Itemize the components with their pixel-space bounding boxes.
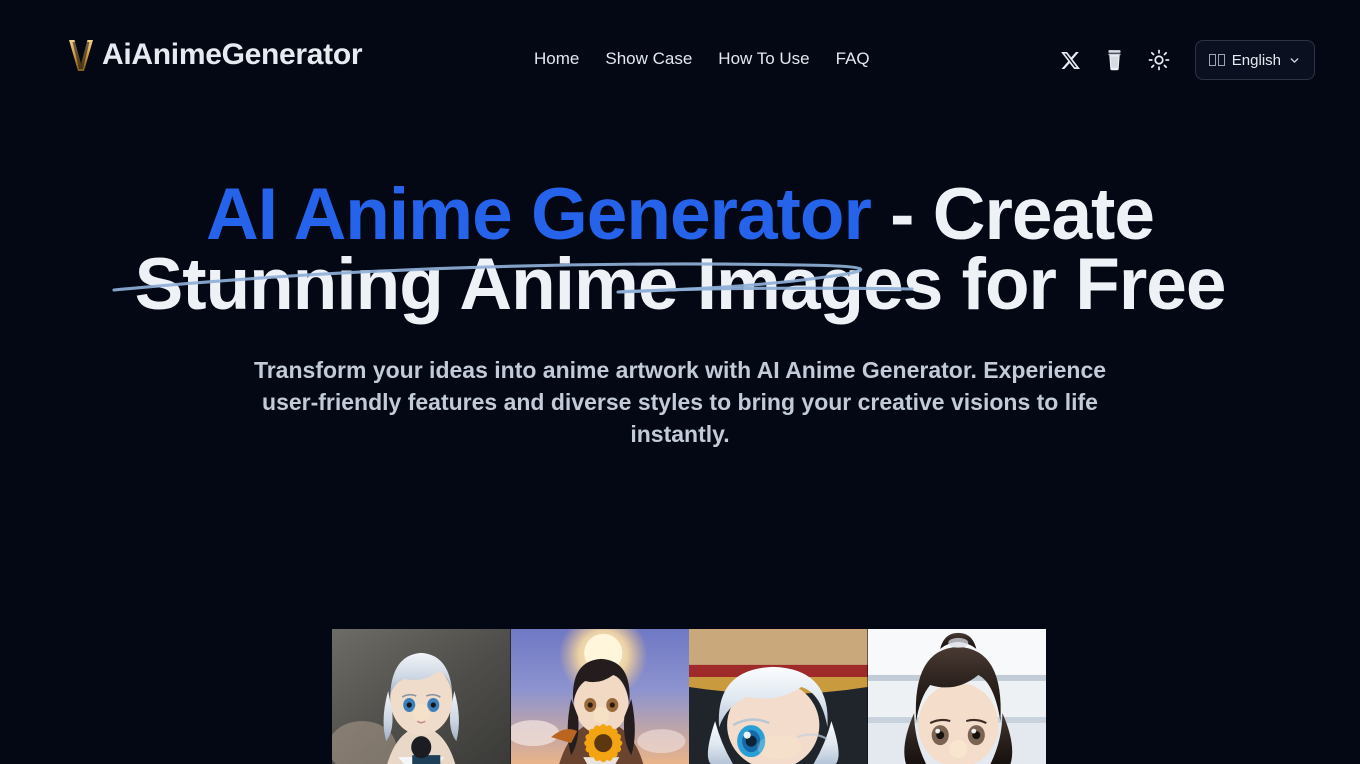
hero-section: AI Anime Generator - Create Stunning Ani… (0, 118, 1360, 450)
gallery-item[interactable] (689, 629, 868, 764)
anime-portrait-4 (867, 629, 1046, 764)
coffee-cup-icon (1108, 50, 1121, 71)
chevron-down-icon (1290, 57, 1299, 63)
v-chevron-logo-icon (69, 40, 93, 71)
theme-toggle-button[interactable] (1137, 38, 1181, 82)
page-title: AI Anime Generator - Create Stunning Ani… (100, 178, 1260, 321)
language-selector[interactable]: English (1194, 40, 1315, 80)
headline-highlight: AI Anime Generator (206, 174, 872, 255)
brand-logo[interactable]: AiAnimeGenerator (68, 38, 363, 72)
sun-icon (1148, 49, 1170, 71)
anime-portrait-2 (510, 629, 689, 764)
header-actions: English (1049, 38, 1315, 82)
nav-item-faq[interactable]: FAQ (836, 46, 870, 72)
buy-me-a-coffee-link[interactable] (1093, 38, 1137, 82)
gallery-item[interactable] (867, 629, 1046, 764)
site-header: AiAnimeGenerator Home Show Case How To U… (0, 0, 1360, 118)
gallery-item[interactable] (510, 629, 689, 764)
twitter-x-link[interactable] (1049, 38, 1093, 82)
brand-name: AiAnimeGenerator (102, 38, 363, 71)
us-flag-icon (1208, 54, 1225, 66)
anime-portrait-3 (689, 629, 868, 764)
nav-item-how-to-use[interactable]: How To Use (718, 46, 809, 72)
x-twitter-icon (1061, 51, 1081, 69)
main-navigation: Home Show Case How To Use FAQ (534, 46, 870, 72)
hero-subtitle: Transform your ideas into anime artwork … (253, 357, 1107, 447)
language-label: English (1231, 51, 1281, 69)
showcase-gallery (332, 629, 1046, 764)
gallery-item[interactable] (332, 629, 511, 764)
anime-portrait-1 (332, 629, 511, 764)
nav-item-show-case[interactable]: Show Case (605, 46, 692, 72)
nav-item-home[interactable]: Home (534, 46, 579, 72)
